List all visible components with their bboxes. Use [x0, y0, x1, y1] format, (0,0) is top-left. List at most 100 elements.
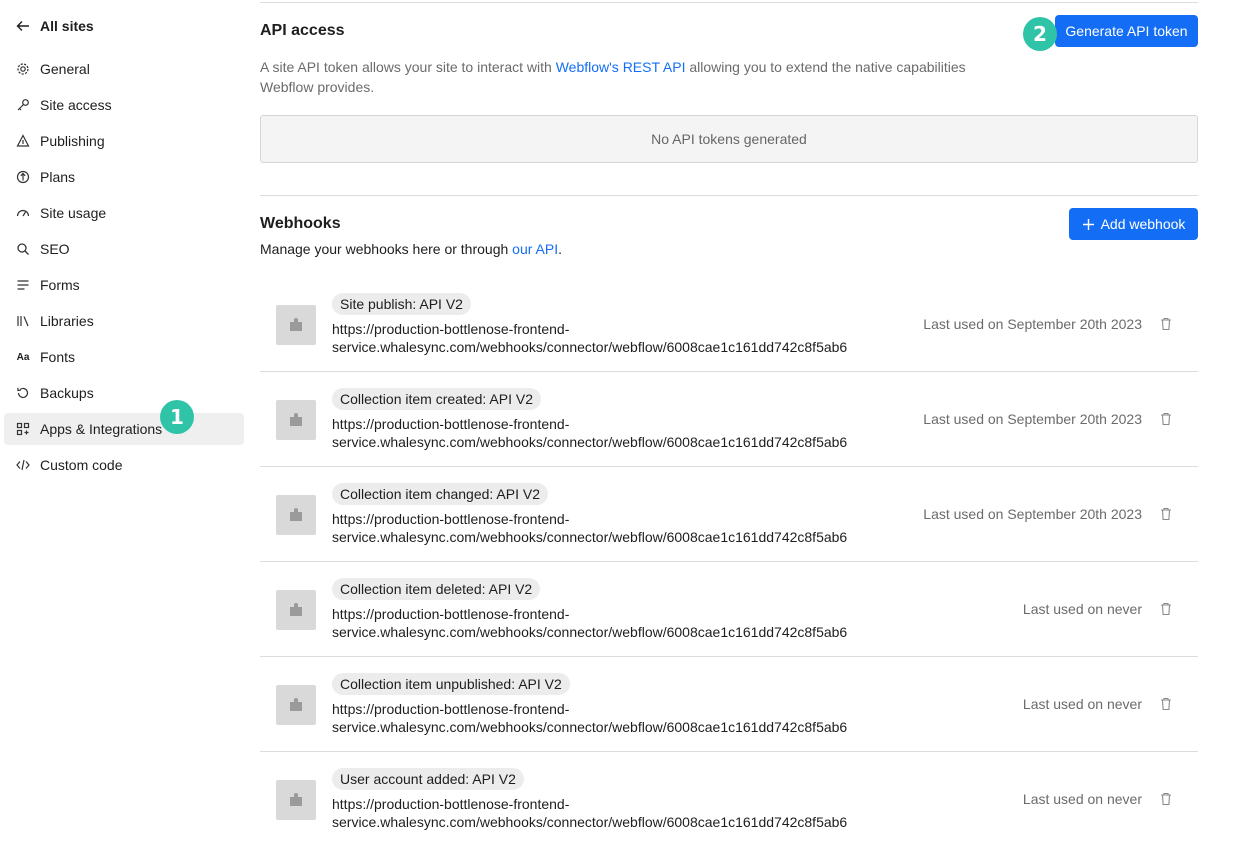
plugin-icon: [276, 780, 316, 820]
last-used-text: Last used on September 20th 2023: [923, 316, 1142, 332]
webhook-trigger-tag: Collection item deleted: API V2: [332, 578, 541, 600]
url-line: https://production-bottlenose-frontend-: [332, 416, 570, 432]
wh-desc-prefix: Manage your webhooks here or through: [260, 241, 513, 257]
sidebar-item-libraries[interactable]: Libraries: [4, 305, 244, 337]
rest-api-link[interactable]: Webflow's REST API: [556, 59, 686, 75]
plugin-icon: [276, 685, 316, 725]
url-line: https://production-bottlenose-frontend-: [332, 796, 570, 812]
libraries-icon: [16, 314, 30, 328]
webhook-url: https://production-bottlenose-frontend-s…: [332, 700, 892, 736]
webhook-url: https://production-bottlenose-frontend-s…: [332, 605, 892, 641]
last-used-text: Last used on never: [1022, 696, 1142, 712]
last-used-text: Last used on never: [1022, 601, 1142, 617]
last-used-text: Last used on September 20th 2023: [923, 411, 1142, 427]
forms-icon: [16, 278, 30, 292]
webhook-row: User account added: API V2 https://produ…: [260, 752, 1198, 841]
sidebar-item-plans[interactable]: Plans: [4, 161, 244, 193]
apps-icon: [16, 422, 30, 436]
webhook-url: https://production-bottlenose-frontend-s…: [332, 795, 892, 831]
webhooks-description: Manage your webhooks here or through our…: [260, 240, 562, 258]
webhook-row: Collection item unpublished: API V2 http…: [260, 657, 1198, 752]
sidebar-item-custom-code[interactable]: Custom code: [4, 449, 244, 481]
sidebar-item-label: SEO: [40, 241, 70, 257]
sidebar-item-label: General: [40, 61, 90, 77]
url-line: service.whalesync.com/webhooks/connector…: [332, 529, 848, 545]
webhook-list: Site publish: API V2 https://production-…: [260, 277, 1198, 841]
sidebar-item-label: Custom code: [40, 457, 123, 473]
settings-sidebar: All sites General Site access Publishing…: [0, 0, 252, 841]
url-line: https://production-bottlenose-frontend-: [332, 511, 570, 527]
sidebar-item-fonts[interactable]: Aa Fonts: [4, 341, 244, 373]
webhook-url: https://production-bottlenose-frontend-s…: [332, 415, 892, 451]
code-icon: [16, 458, 30, 472]
trash-icon[interactable]: [1160, 317, 1172, 331]
webhook-row: Site publish: API V2 https://production-…: [260, 277, 1198, 372]
divider: [260, 2, 1198, 3]
settings-nav: General Site access Publishing Plans Sit…: [4, 53, 244, 485]
sidebar-item-label: Publishing: [40, 133, 105, 149]
generate-api-token-button[interactable]: Generate API token: [1055, 15, 1198, 47]
trash-icon[interactable]: [1160, 412, 1172, 426]
sidebar-item-forms[interactable]: Forms: [4, 269, 244, 301]
url-line: service.whalesync.com/webhooks/connector…: [332, 814, 848, 830]
add-webhook-label: Add webhook: [1100, 216, 1186, 232]
trash-icon[interactable]: [1160, 602, 1172, 616]
plugin-icon: [276, 590, 316, 630]
step-badge-1: 1: [160, 400, 194, 434]
trash-icon[interactable]: [1160, 697, 1172, 711]
divider: [260, 195, 1198, 196]
sidebar-item-site-access[interactable]: Site access: [4, 89, 244, 121]
url-line: service.whalesync.com/webhooks/connector…: [332, 719, 848, 735]
api-access-title: API access: [260, 22, 345, 39]
our-api-link[interactable]: our API: [512, 241, 558, 257]
backups-icon: [16, 386, 30, 400]
webhook-trigger-tag: Site publish: API V2: [332, 293, 471, 315]
url-line: service.whalesync.com/webhooks/connector…: [332, 624, 848, 640]
sidebar-item-label: Site usage: [40, 205, 107, 221]
trash-icon[interactable]: [1160, 507, 1172, 521]
last-used-text: Last used on never: [1022, 791, 1142, 807]
step-badge-2: 2: [1023, 17, 1057, 51]
sidebar-item-label: Plans: [40, 169, 76, 185]
add-webhook-button[interactable]: Add webhook: [1069, 208, 1198, 240]
fonts-icon: Aa: [16, 351, 30, 363]
trash-icon[interactable]: [1160, 792, 1172, 806]
webhook-trigger-tag: User account added: API V2: [332, 768, 524, 790]
webhook-url: https://production-bottlenose-frontend-s…: [332, 320, 892, 356]
sidebar-item-backups[interactable]: Backups: [4, 377, 244, 409]
arrow-left-icon: [16, 21, 29, 31]
sidebar-item-label: Backups: [40, 385, 94, 401]
gauge-icon: [16, 206, 30, 220]
sidebar-item-label: Fonts: [40, 349, 76, 365]
sidebar-item-label: Site access: [40, 97, 112, 113]
plugin-icon: [276, 400, 316, 440]
webhook-trigger-tag: Collection item created: API V2: [332, 388, 541, 410]
sidebar-item-general[interactable]: General: [4, 53, 244, 85]
webhook-row: Collection item created: API V2 https://…: [260, 372, 1198, 467]
webhook-url: https://production-bottlenose-frontend-s…: [332, 510, 892, 546]
wh-desc-suffix: .: [558, 241, 562, 257]
plans-icon: [16, 170, 30, 184]
url-line: service.whalesync.com/webhooks/connector…: [332, 339, 848, 355]
sidebar-item-publishing[interactable]: Publishing: [4, 125, 244, 157]
sidebar-item-site-usage[interactable]: Site usage: [4, 197, 244, 229]
webhook-trigger-tag: Collection item changed: API V2: [332, 483, 549, 505]
webhook-row: Collection item changed: API V2 https://…: [260, 467, 1198, 562]
plugin-icon: [276, 495, 316, 535]
url-line: https://production-bottlenose-frontend-: [332, 701, 570, 717]
key-icon: [16, 98, 30, 112]
generate-api-token-label: Generate API token: [1065, 23, 1188, 39]
webhook-row: Collection item deleted: API V2 https://…: [260, 562, 1198, 657]
all-sites-link[interactable]: All sites: [16, 16, 94, 36]
sidebar-item-seo[interactable]: SEO: [4, 233, 244, 265]
sidebar-item-apps-integrations[interactable]: Apps & Integrations: [4, 413, 244, 445]
webhook-trigger-tag: Collection item unpublished: API V2: [332, 673, 570, 695]
webhooks-title: Webhooks: [260, 215, 341, 232]
api-access-description: A site API token allows your site to int…: [260, 57, 980, 97]
publish-icon: [16, 134, 30, 148]
url-line: https://production-bottlenose-frontend-: [332, 321, 570, 337]
api-desc-prefix: A site API token allows your site to int…: [260, 59, 556, 75]
sidebar-item-label: Apps & Integrations: [40, 421, 163, 437]
all-sites-label: All sites: [40, 18, 94, 34]
plus-icon: [1082, 218, 1094, 230]
